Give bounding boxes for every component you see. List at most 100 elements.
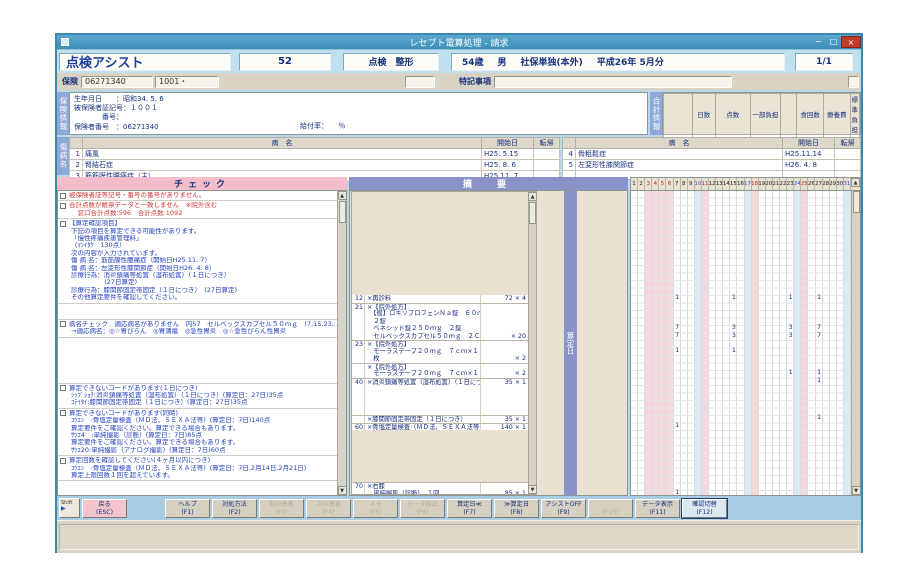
corner-mini-button[interactable] (848, 76, 859, 88)
summary-row[interactable]: 【般】ロキソプロフェンＮａ錠 ６０ｍｇ (352, 310, 528, 318)
check-text: 算定回数を確認してください(４ヶ月以内につき) (69, 457, 210, 464)
check-text: 算定できないコードがあります(同時) (69, 410, 178, 417)
function-button-f12[interactable]: 確認切替(F12) (682, 499, 727, 518)
blank-field[interactable] (405, 76, 435, 88)
function-button-f2[interactable]: 対処方法(F2) (212, 499, 257, 518)
col-standard: 標準負担 (850, 94, 860, 135)
calendar-mark: 1 (674, 489, 681, 497)
calendar-day-numbers: 1234567891011121314151617181920212223242… (631, 178, 851, 190)
check-checkbox[interactable] (60, 321, 66, 327)
disease-section: 傷病名 病 名開始日転帰1痛風H25. 5.152腎結石症H25. 8. 63筋… (57, 137, 861, 175)
summary-row[interactable]: セルベックスカプセル５０ｍｇ ２Ｃ× 20 (352, 333, 528, 341)
insurer-number-field[interactable]: 06271340 (81, 76, 153, 88)
summary-row[interactable]: 60×骨塩定量検査（ＭＤ法、ＳＥＸＡ法等）140 × 1 (352, 423, 528, 431)
function-button-f11[interactable]: データ表示(F11) (635, 499, 680, 518)
check-message: 「慢性疼痛疾患管理料」 (58, 235, 337, 242)
billing-period: 平成26年 5月分 (597, 55, 664, 68)
receipt-number-field[interactable]: 52 (239, 53, 331, 71)
check-checkbox[interactable] (60, 193, 66, 199)
insured-symbol-field[interactable]: 1001・ (155, 76, 219, 88)
function-button-esc[interactable]: 戻る(ESC) (82, 499, 127, 518)
summary-row[interactable] (352, 385, 528, 393)
summary-row[interactable]: 単純撮影（診断） １回85 × 1 (352, 490, 528, 496)
button-key: (F7) (448, 509, 491, 517)
close-button[interactable]: × (841, 36, 861, 48)
check-panel-title: チェック (57, 177, 347, 190)
scroll-down-icon[interactable]: ▼ (852, 486, 861, 495)
function-button-f5[interactable]: メモ(F5) (353, 499, 398, 518)
summary-row-no (352, 310, 365, 318)
check-checkbox[interactable] (60, 203, 66, 209)
special-note-field[interactable] (494, 76, 732, 88)
summary-row[interactable] (352, 400, 528, 408)
check-section: 【算定確認項目】下記の項目を算定できる可能性があります。「慢性疼痛疾患管理料」（… (58, 219, 337, 303)
check-checkbox[interactable] (60, 221, 66, 227)
summary-row[interactable]: 枚× 2 (352, 355, 528, 363)
function-button-f10[interactable]: (F10) (588, 499, 633, 518)
check-checkbox[interactable] (60, 458, 66, 464)
function-button-f7[interactable]: 算定日≪(F7) (447, 499, 492, 518)
table-row[interactable]: 1痛風H25. 5.15 (70, 149, 560, 160)
check-scrollbar[interactable]: ▲ ▼ (337, 191, 346, 495)
table-row[interactable]: 4骨粗鬆症H25.11.14 (563, 149, 861, 160)
scroll-down-icon[interactable]: ▼ (338, 486, 347, 495)
scroll-up-icon[interactable]: ▲ (851, 178, 860, 187)
disease-table-left: 病 名開始日転帰1痛風H25. 5.152腎結石症H25. 8. 63筋筋膜性腰… (69, 137, 560, 175)
check-text: 窓口合計点数:596 合計点数:1092 (71, 210, 182, 217)
col-disease-name: 病 名 (576, 138, 783, 149)
summary-row[interactable]: 23×【院外処方】 (352, 340, 528, 348)
scroll-thumb[interactable] (853, 191, 860, 213)
function-button-f8[interactable]: ≫算定日(F8) (494, 499, 539, 518)
function-button-f1[interactable]: ヘルプ(F1) (165, 499, 210, 518)
summary-row-no (352, 408, 365, 416)
summary-row[interactable]: モーラステープ２０ｍｇ ７ｃｍ×１０ｃｍ １０ (352, 348, 528, 356)
summary-row[interactable]: 21×【院外処方】 (352, 303, 528, 311)
table-row[interactable]: 5左変形性膝関節症H26. 4. 8 (563, 160, 861, 171)
calc-date-strip: 算定日 (564, 191, 577, 495)
summary-row[interactable]: ×膝関節固定帯固定（１日につき）35 × 1 (352, 415, 528, 423)
patient-summary-field: 54歳 男 社保単独(本外) 平成26年 5月分 (451, 53, 785, 71)
calendar-grid: 11117337733711111111 ▼ (630, 190, 861, 496)
calendar-day-number: 9 (688, 178, 695, 190)
summary-row[interactable]: ベネシッド錠２５０ｍｇ ２錠 (352, 325, 528, 333)
summary-scrollbar[interactable]: ▲ ▼ (528, 191, 537, 495)
calendar-day-number: 26 (808, 178, 815, 190)
summary-row[interactable]: 70×右膝 (352, 482, 528, 490)
maximize-button[interactable]: □ (826, 36, 841, 48)
col-blank (780, 94, 796, 135)
summary-row[interactable]: ×【院外処方】 (352, 363, 528, 371)
button-label: 確認切替 (683, 501, 726, 509)
scroll-down-icon[interactable]: ▼ (528, 485, 537, 494)
check-section: 算定回数を確認してください(４ヶ月以内につき)ｺﾂｴﾝ :骨塩定量検査（ＭＤ法、… (58, 456, 337, 481)
summary-row[interactable]: 12×再診料72 × 4 (352, 295, 528, 303)
function-button-f6[interactable]: データ修正(F6) (400, 499, 445, 518)
check-checkbox[interactable] (60, 385, 66, 391)
summary-row[interactable]: ２錠 (352, 318, 528, 326)
check-panel: チェック 被保険者証等記号・番号の番号がありません。合計点数が帳票データと一致し… (57, 177, 347, 496)
col-points: 点数 (715, 94, 750, 135)
check-message: 下記の項目を算定できる可能性があります。 (58, 228, 337, 235)
scroll-up-icon[interactable]: ▲ (338, 191, 347, 200)
function-key-bar: Shift ▶ 戻る(ESC) ヘルプ(F1)対処方法(F2)前の患者(F3)次の… (57, 496, 861, 520)
check-message: 病名チェック 適応病名がありません 内57 セルベックスカプセル５０ｍｇ (7,… (58, 321, 337, 328)
calendar-mark: 7 (816, 324, 823, 332)
summary-row[interactable] (352, 393, 528, 401)
function-button-f4[interactable]: 次の患者(F4) (306, 499, 351, 518)
minimize-button[interactable]: − (811, 36, 826, 48)
scroll-thumb[interactable] (529, 202, 536, 224)
summary-row[interactable] (352, 408, 528, 416)
summary-row-amount (480, 400, 528, 408)
function-button-f3[interactable]: 前の患者(F3) (259, 499, 304, 518)
summary-row[interactable]: 40×消炎鎮痛等処置（湿布処置）（１日につき）35 × 1 (352, 378, 528, 386)
summary-row[interactable]: モーラステープ２０ｍｇ ７ｃｍ×１０ｃｍ ５枚× 2 (352, 370, 528, 378)
check-checkbox[interactable] (60, 410, 66, 416)
calendar-scrollbar[interactable]: ▼ (851, 191, 860, 495)
shift-indicator: Shift ▶ (59, 498, 80, 518)
calendar-day-number: 14 (723, 178, 730, 190)
scroll-thumb[interactable] (339, 201, 346, 223)
table-row[interactable]: 2腎結石症H25. 8. 6 (70, 160, 560, 171)
scroll-up-icon[interactable]: ▲ (528, 192, 537, 201)
check-message: ｺﾃｲﾀｲ:膝関節固定帯固定（１日につき）(算定日：27日)35点 (58, 399, 337, 406)
status-strip (57, 520, 861, 553)
function-button-f9[interactable]: アシストOFF(F9) (541, 499, 586, 518)
